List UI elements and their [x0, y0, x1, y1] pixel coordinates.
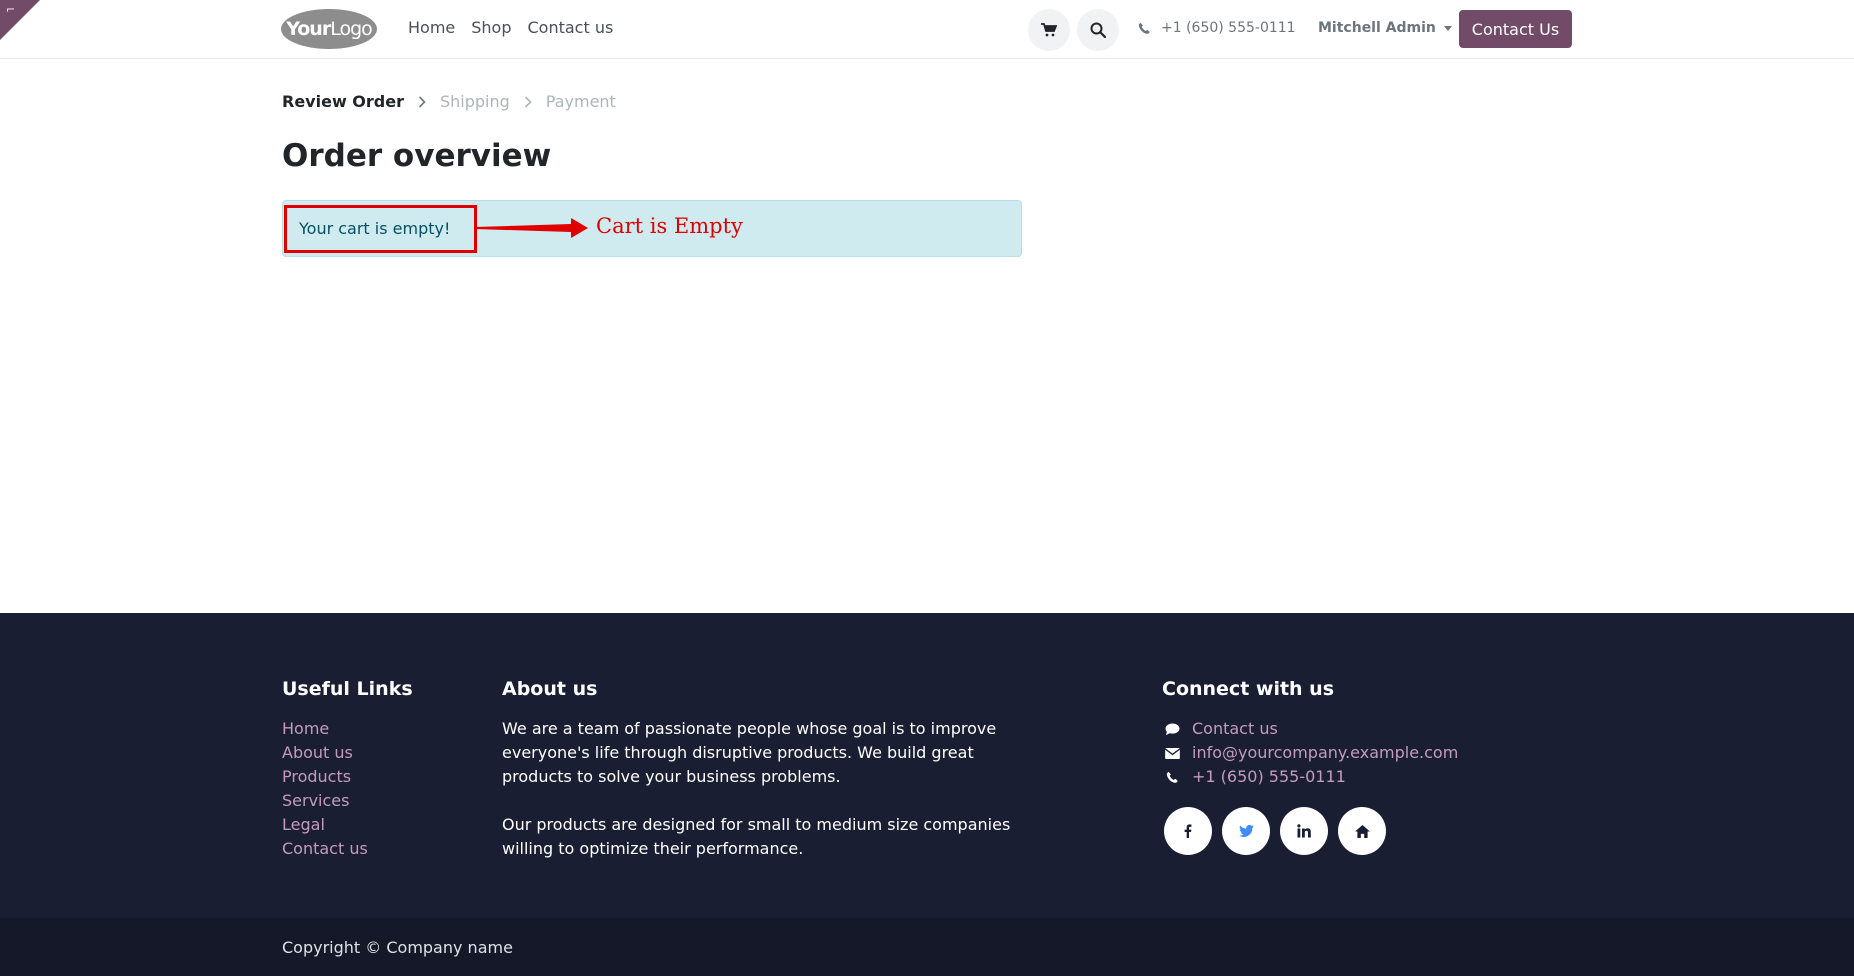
phone-icon: [1164, 771, 1180, 784]
chevron-right-icon: [524, 95, 532, 108]
header-phone[interactable]: +1 (650) 555-0111: [1138, 20, 1296, 36]
connect-list: Contact us info@yourcompany.example.com …: [1164, 717, 1458, 789]
comment-icon: [1164, 722, 1180, 736]
logo-text-light: Logo: [330, 18, 373, 40]
social-links: [1164, 807, 1386, 855]
cart-icon: [1041, 23, 1057, 37]
search-icon: [1090, 22, 1106, 38]
page-title: Order overview: [282, 138, 552, 174]
connect-phone-text: +1 (650) 555-0111: [1192, 767, 1346, 786]
chevron-down-icon: [1443, 25, 1452, 31]
search-button[interactable]: [1077, 9, 1119, 51]
about-paragraph-2: Our products are designed for small to m…: [502, 815, 1011, 858]
footer-link-services[interactable]: Services: [282, 789, 368, 813]
step-payment: Payment: [545, 92, 616, 111]
footer-link-contact-us[interactable]: Contact us: [282, 837, 368, 861]
nav-contact-us[interactable]: Contact us: [528, 18, 614, 37]
social-home[interactable]: [1338, 807, 1386, 855]
home-icon: [1354, 824, 1370, 838]
footer-link-legal[interactable]: Legal: [282, 813, 368, 837]
site-header: YourLogo Home Shop Contact us +1 (650) 5…: [0, 0, 1854, 59]
cart-button[interactable]: [1028, 9, 1070, 51]
connect-title: Connect with us: [1162, 678, 1335, 700]
linkedin-icon: [1297, 824, 1311, 838]
about-us-text: We are a team of passionate people whose…: [502, 717, 1022, 861]
header-phone-text: +1 (650) 555-0111: [1161, 20, 1296, 36]
connect-contact-us-text: Contact us: [1192, 719, 1278, 738]
copyright-text: Copyright © Company name: [282, 938, 513, 957]
contact-us-button[interactable]: Contact Us: [1459, 10, 1572, 48]
connect-email[interactable]: info@yourcompany.example.com: [1164, 741, 1458, 765]
useful-links-title: Useful Links: [282, 678, 413, 700]
user-menu[interactable]: Mitchell Admin: [1318, 20, 1452, 36]
social-twitter[interactable]: [1222, 807, 1270, 855]
footer-link-home[interactable]: Home: [282, 717, 368, 741]
footer-link-products[interactable]: Products: [282, 765, 368, 789]
about-paragraph-1: We are a team of passionate people whose…: [502, 719, 997, 786]
footer-link-about-us[interactable]: About us: [282, 741, 368, 765]
logo-text-bold: Your: [286, 18, 331, 40]
social-linkedin[interactable]: [1280, 807, 1328, 855]
twitter-icon: [1238, 825, 1254, 837]
phone-icon: [1138, 22, 1150, 34]
checkout-breadcrumb: Review Order Shipping Payment: [282, 92, 616, 111]
useful-links-list: Home About us Products Services Legal Co…: [282, 717, 368, 861]
copyright-bar: Copyright © Company name: [0, 918, 1854, 976]
connect-phone[interactable]: +1 (650) 555-0111: [1164, 765, 1458, 789]
nav-home[interactable]: Home: [408, 18, 455, 37]
social-facebook[interactable]: [1164, 807, 1212, 855]
nav-shop[interactable]: Shop: [471, 18, 511, 37]
annotation-arrow-icon: [475, 218, 588, 238]
chevron-right-icon: [418, 95, 426, 108]
connect-email-text: info@yourcompany.example.com: [1192, 743, 1459, 762]
about-us-title: About us: [502, 678, 598, 700]
step-review-order[interactable]: Review Order: [282, 92, 404, 111]
main-nav: Home Shop Contact us: [408, 18, 613, 37]
envelope-icon: [1164, 747, 1180, 759]
annotation-label: Cart is Empty: [596, 214, 743, 238]
site-footer: Useful Links Home About us Products Serv…: [0, 613, 1854, 918]
logo[interactable]: YourLogo: [281, 9, 377, 49]
cart-empty-text: Your cart is empty!: [299, 219, 451, 238]
step-shipping: Shipping: [439, 92, 510, 111]
user-name: Mitchell Admin: [1318, 20, 1436, 36]
facebook-icon: [1184, 824, 1192, 838]
connect-contact-us[interactable]: Contact us: [1164, 717, 1458, 741]
corner-icon: ⌐: [6, 3, 16, 16]
edit-corner[interactable]: ⌐: [0, 0, 40, 40]
